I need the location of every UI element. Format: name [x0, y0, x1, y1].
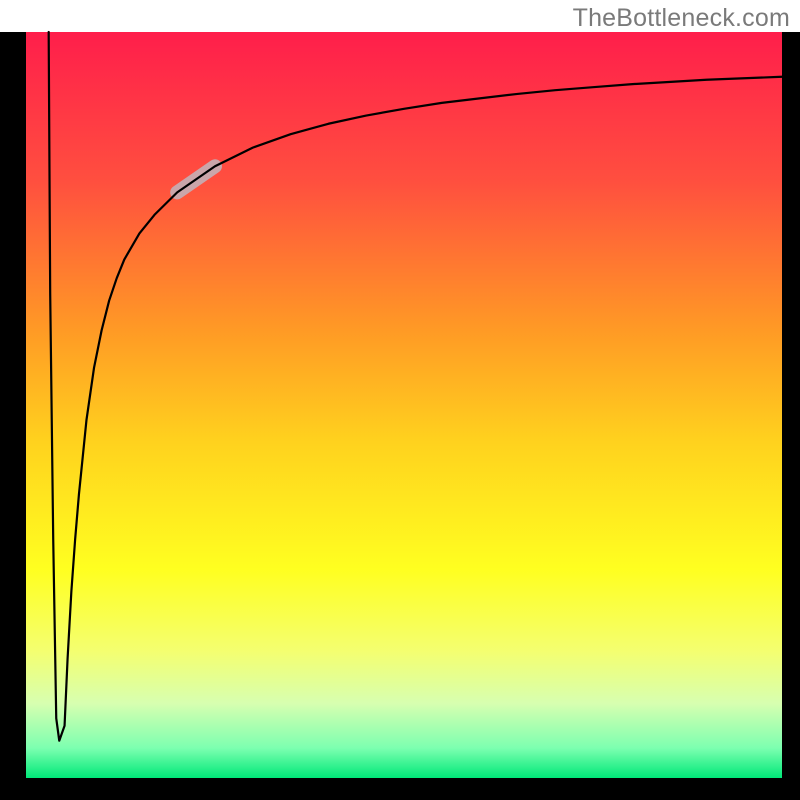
bottleneck-chart — [0, 0, 800, 800]
chart-frame: TheBottleneck.com — [0, 0, 800, 800]
watermark-text: TheBottleneck.com — [573, 4, 790, 33]
